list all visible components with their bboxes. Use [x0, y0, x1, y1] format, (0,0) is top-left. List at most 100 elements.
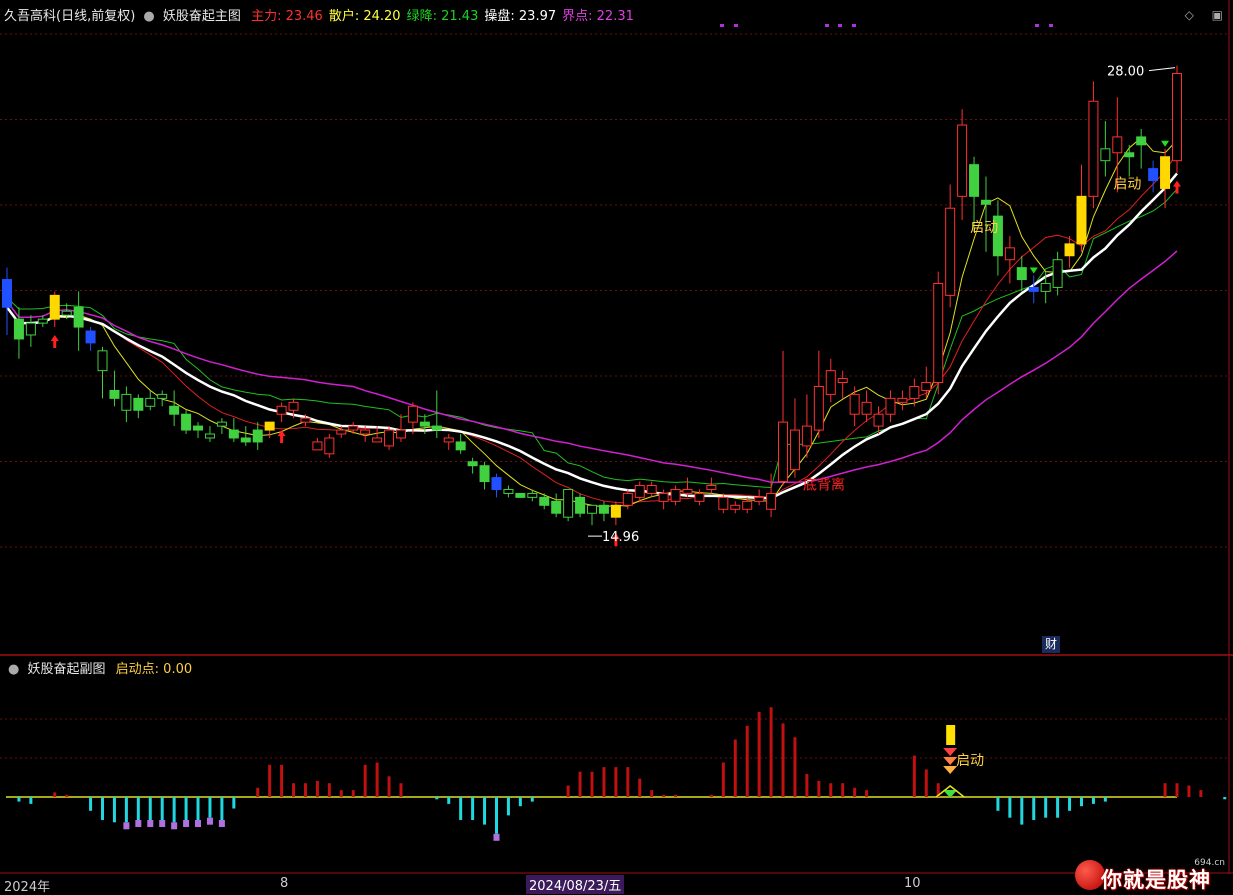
candle-body: [13, 318, 24, 340]
candle-body: [575, 496, 586, 514]
retail-line: [6, 136, 1178, 508]
main-indicator-name[interactable]: 妖股奋起主图: [163, 9, 241, 24]
candle-body: [395, 429, 406, 439]
high-pointer-icon: [1148, 67, 1176, 72]
down-arrow-icon: [1029, 267, 1038, 274]
candle-body: [181, 413, 192, 431]
candle-body: [324, 437, 335, 455]
indicator-value: 24.20: [359, 9, 401, 24]
candle-body: [622, 492, 633, 506]
event-tick: [734, 24, 738, 27]
finance-badge[interactable]: 财: [1042, 636, 1060, 653]
candle-body: [49, 294, 60, 320]
maximize-icon[interactable]: ▣: [1212, 8, 1223, 22]
candle-body: [336, 429, 347, 435]
candle-body: [1052, 259, 1063, 288]
candle-body: [169, 405, 180, 415]
indicator-dot-icon[interactable]: ●: [4, 662, 23, 677]
indicator-dot-icon[interactable]: ●: [139, 9, 158, 24]
low-price-label: 14.96: [602, 530, 639, 545]
bar-tip: [159, 820, 166, 827]
candle-body: [1160, 156, 1171, 189]
candle-body: [73, 306, 84, 328]
candle-body: [372, 437, 383, 443]
selected-date[interactable]: 2024/08/23/五: [526, 875, 625, 894]
candle-body: [682, 488, 693, 494]
candle-body: [288, 401, 299, 411]
candle-body: [766, 492, 777, 510]
indicator-values: 主力: 23.46 散户: 24.20 绿降: 21.43 操盘: 23.97 界点: …: [245, 9, 634, 24]
candle-body: [491, 477, 502, 490]
candle-body: [455, 441, 466, 451]
candle-body: [873, 413, 884, 427]
stock-title[interactable]: 久吾高科(日线,前复权): [4, 9, 135, 24]
candle-body: [789, 429, 800, 471]
indicator-item: 主力: 23.46: [251, 9, 323, 24]
candle-body: [718, 496, 729, 510]
candle-body: [360, 429, 371, 435]
candle-body: [419, 421, 430, 427]
bar-tip: [493, 833, 500, 841]
down-arrow-icon: [1161, 140, 1170, 147]
chart-canvas[interactable]: 底背离启动启动28.0014.96启动: [0, 0, 1233, 895]
indicator-value: 23.97: [514, 9, 557, 24]
candle-body: [1040, 282, 1051, 292]
date-axis: 2024年 8 2024/08/23/五 10: [0, 874, 1233, 895]
candle-body: [2, 279, 12, 308]
sub-chart-header: ● 妖股奋起副图 启动点: 0.00: [4, 658, 192, 677]
candle-body: [1136, 136, 1147, 146]
candle-body: [658, 492, 669, 502]
date-label-aug: 8: [280, 876, 289, 891]
candle-body: [1112, 136, 1123, 154]
candle-body: [801, 425, 812, 447]
candle-body: [240, 437, 251, 443]
candle-body: [252, 429, 263, 443]
bar-tip: [135, 820, 142, 827]
candle-body: [467, 461, 478, 467]
candle-body: [145, 397, 156, 407]
start-diamond-icon: [943, 766, 958, 774]
start-point-label: 启动点: [115, 662, 155, 677]
candle-body: [885, 397, 896, 415]
bar-tip: [183, 820, 190, 827]
candle-body: [384, 429, 395, 447]
candle-body: [1100, 148, 1111, 162]
start-point-value: 启动点: 0.00: [115, 662, 193, 677]
candle-body: [157, 393, 168, 399]
candle-body: [861, 401, 872, 415]
candle-body: [1076, 195, 1087, 245]
indicator-value: 21.43: [437, 9, 479, 24]
indicator-item: 操盘: 23.97: [484, 9, 556, 24]
candle-body: [933, 282, 944, 384]
candle-body: [610, 504, 621, 518]
event-tick: [852, 24, 856, 27]
indicator-value: 23.46: [281, 9, 323, 24]
candle-body: [25, 322, 36, 336]
start-diamond-icon: [943, 748, 958, 756]
indicator-label: 操盘: [484, 9, 511, 24]
candle-body: [300, 417, 311, 423]
candle-body: [407, 405, 418, 423]
main-chart-header: 久吾高科(日线,前复权) ● 妖股奋起主图 主力: 23.46 散户: 24.20…: [4, 5, 634, 24]
watermark-logo: 你就是股神 694.cn: [1075, 858, 1225, 894]
diamond-icon[interactable]: ◇: [1185, 8, 1194, 22]
candle-body: [1064, 243, 1075, 257]
candle-body: [598, 504, 609, 514]
indicator-label: 绿降: [406, 9, 433, 24]
candle-body: [193, 425, 204, 431]
candle-body: [1148, 168, 1159, 181]
bar-tip: [206, 817, 213, 825]
sub-indicator-name[interactable]: 妖股奋起副图: [27, 662, 105, 677]
candle-body: [216, 421, 227, 427]
candle-body: [897, 397, 908, 403]
indicator-item: 界点: 22.31: [562, 9, 634, 24]
indicator-label: 散户: [328, 9, 355, 24]
logo-domain: 694.cn: [1194, 858, 1225, 868]
candle-body: [264, 421, 275, 431]
sub-signal-label: 启动: [956, 753, 984, 769]
indicator-item: 绿降: 21.43: [407, 9, 479, 24]
candle-body: [276, 405, 287, 415]
candle-body: [85, 330, 96, 344]
indicator-label: 界点: [562, 9, 589, 24]
bar-tip: [171, 822, 178, 830]
